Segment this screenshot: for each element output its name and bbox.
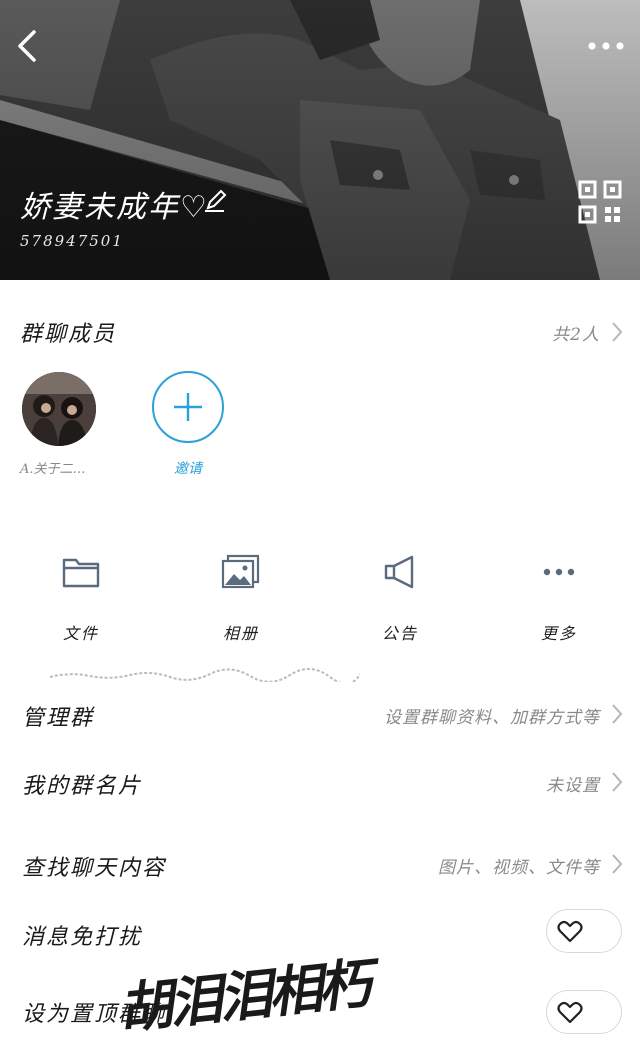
- more-options-icon[interactable]: [582, 28, 630, 64]
- group-card-title[interactable]: 我的群名片: [22, 768, 142, 800]
- chevron-right-icon[interactable]: [610, 702, 624, 726]
- manage-group-title[interactable]: 管理群: [22, 700, 94, 732]
- group-name: 娇妻未成年♡: [20, 190, 209, 225]
- files-button[interactable]: 文件: [21, 548, 141, 658]
- manage-group-value: 设置群聊资料、加群方式等: [384, 708, 600, 728]
- qr-code-icon[interactable]: [578, 180, 622, 224]
- member-avatar[interactable]: [22, 372, 96, 446]
- back-icon[interactable]: [10, 26, 46, 66]
- handwritten-scribble: [50, 668, 360, 682]
- chevron-right-icon[interactable]: [610, 770, 624, 794]
- group-id: 578947501: [20, 232, 124, 250]
- announcement-label: 公告: [381, 624, 418, 643]
- more-button[interactable]: 更多: [499, 548, 619, 658]
- announcement-button[interactable]: 公告: [340, 548, 460, 658]
- search-history-title[interactable]: 查找聊天内容: [22, 850, 166, 882]
- search-history-value: 图片、视频、文件等: [438, 858, 600, 878]
- plus-icon: [174, 393, 202, 421]
- invite-label[interactable]: 邀请: [174, 458, 202, 478]
- edit-pencil-icon[interactable]: [202, 188, 228, 214]
- folder-icon: [62, 558, 100, 588]
- photo-album-icon: [221, 554, 260, 589]
- more-label: 更多: [540, 624, 577, 643]
- album-label: 相册: [222, 624, 259, 643]
- chevron-right-icon[interactable]: [610, 852, 624, 876]
- files-label: 文件: [62, 624, 99, 643]
- album-button[interactable]: 相册: [181, 548, 301, 658]
- chevron-right-icon[interactable]: [610, 320, 624, 344]
- handwritten-watermark: 胡泪泪相朽: [115, 951, 372, 1041]
- group-card-value: 未设置: [546, 776, 600, 796]
- heart-icon: [557, 920, 583, 943]
- member-name: A.关于二…: [20, 462, 86, 477]
- group-header: 娇妻未成年♡ 578947501: [0, 0, 640, 280]
- members-count[interactable]: 共2人: [552, 320, 600, 345]
- pin-toggle[interactable]: [546, 990, 622, 1034]
- heart-icon: [557, 1001, 583, 1024]
- invite-button[interactable]: [152, 371, 224, 443]
- more-dots-icon: [543, 568, 575, 576]
- members-title: 群聊成员: [20, 322, 117, 347]
- megaphone-icon: [384, 555, 414, 589]
- mute-toggle[interactable]: [546, 909, 622, 953]
- avatar-photo: [22, 372, 96, 446]
- mute-title: 消息免打扰: [22, 925, 143, 950]
